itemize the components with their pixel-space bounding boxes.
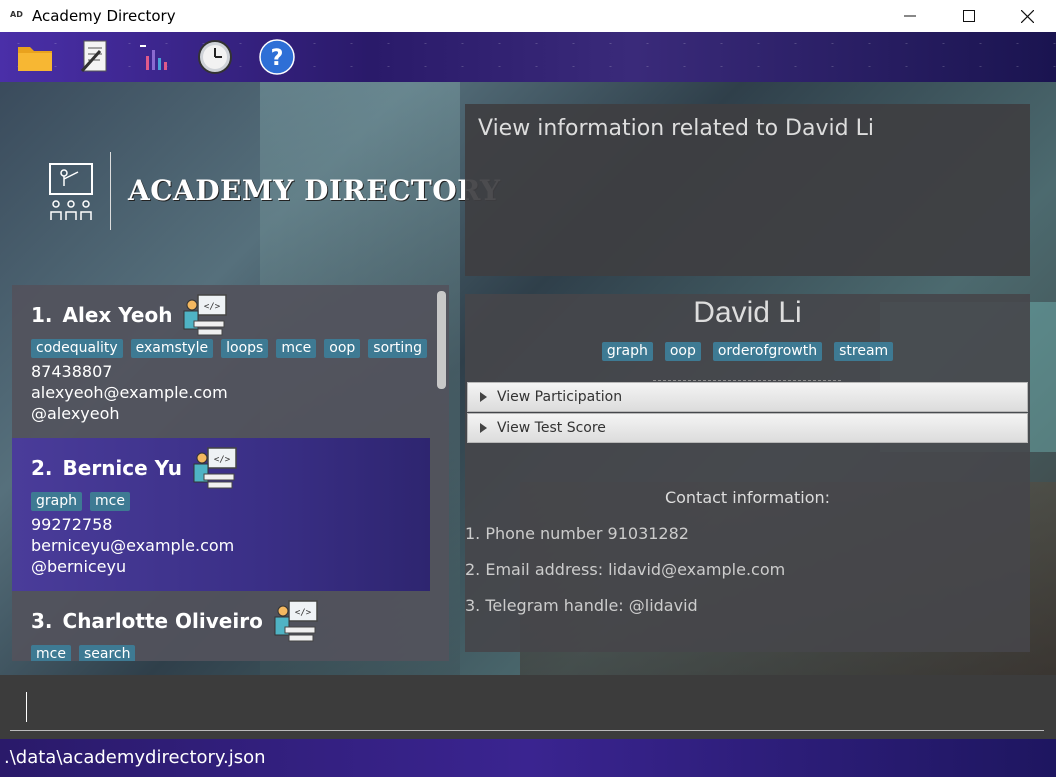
notes-icon	[80, 40, 107, 73]
expand-arrow-icon	[480, 392, 487, 402]
app-logo-text: ACADEMY DIRECTORY	[128, 174, 501, 207]
tag: examstyle	[130, 339, 214, 358]
tag: mce	[276, 339, 317, 358]
contact-heading: Contact information:	[664, 488, 831, 507]
folder-button[interactable]	[16, 38, 54, 76]
svg-text:?: ?	[271, 46, 284, 71]
student-index: 2.	[31, 456, 53, 480]
tag: oop	[664, 342, 701, 361]
student-name: Bernice Yu	[62, 456, 182, 480]
student-index: 1.	[31, 303, 53, 327]
command-underline	[10, 730, 1044, 731]
tag: loops	[221, 339, 269, 358]
close-button[interactable]	[1004, 0, 1050, 32]
window-title: Academy Directory	[32, 7, 176, 25]
minimize-icon	[904, 15, 916, 17]
data-file-path: .\data\academydirectory.json	[4, 747, 266, 768]
maximize-button[interactable]	[946, 0, 992, 32]
detail-student-name: David Li	[693, 296, 802, 329]
student-name: Charlotte Oliveiro	[62, 609, 263, 633]
student-telegram: @berniceyu	[31, 557, 127, 576]
toolbar: ?	[0, 32, 1056, 82]
history-button[interactable]	[196, 38, 234, 76]
command-box[interactable]	[0, 675, 1056, 739]
clock-icon	[198, 40, 232, 74]
classroom-logo-icon	[49, 163, 93, 220]
student-card-selected[interactable]: 2. Bernice Yu </> graph mce 99272758 ber…	[12, 438, 430, 591]
student-email: berniceyu@example.com	[31, 536, 235, 555]
tag: stream	[834, 342, 894, 361]
student-index: 3.	[31, 609, 53, 633]
contact-phone: 1. Phone number 91031282	[465, 524, 689, 543]
title-bar: AD Academy Directory	[0, 0, 1056, 32]
svg-text:</>: </>	[214, 455, 231, 465]
folder-icon	[18, 47, 52, 71]
tag: mce	[89, 492, 130, 511]
maximize-icon	[963, 10, 975, 22]
info-banner: View information related to David Li	[465, 104, 1030, 276]
view-participation-toggle[interactable]: View Participation	[467, 382, 1028, 412]
tag: mce	[31, 645, 71, 661]
tag: codequality	[31, 339, 123, 358]
contact-email: 2. Email address: lidavid@example.com	[465, 560, 786, 579]
student-email: alexyeoh@example.com	[31, 383, 228, 402]
tag: sorting	[368, 339, 428, 358]
accordion-label: View Participation	[497, 389, 623, 405]
statistics-button[interactable]	[136, 38, 174, 76]
notes-button[interactable]	[76, 38, 114, 76]
logo-divider	[110, 152, 111, 230]
main-area: ACADEMY DIRECTORY 1. Alex Yeoh </> codeq…	[0, 82, 1056, 675]
student-card[interactable]: 3. Charlotte Oliveiro </> mce search	[12, 591, 430, 661]
contact-telegram: 3. Telegram handle: @lidavid	[465, 596, 698, 615]
student-avatar-icon: </>	[274, 600, 318, 642]
svg-text:</>: </>	[204, 302, 221, 312]
text-caret	[26, 692, 27, 722]
student-detail-panel: David Li graph oop orderofgrowth stream …	[465, 294, 1030, 652]
student-list[interactable]: 1. Alex Yeoh </> codequality examstyle l…	[12, 285, 449, 661]
detail-tags: graph oop orderofgrowth stream	[465, 342, 1030, 361]
tag: graph	[601, 342, 653, 361]
divider	[653, 380, 841, 381]
app-icon: AD	[10, 10, 23, 19]
svg-text:</>: </>	[295, 608, 312, 618]
expand-arrow-icon	[480, 423, 487, 433]
list-scrollbar[interactable]	[437, 291, 446, 389]
student-name: Alex Yeoh	[62, 303, 173, 327]
help-button[interactable]: ?	[258, 38, 296, 76]
student-card[interactable]: 1. Alex Yeoh </> codequality examstyle l…	[12, 285, 430, 438]
view-test-score-toggle[interactable]: View Test Score	[467, 413, 1028, 443]
minimize-button[interactable]	[887, 0, 933, 32]
student-telegram: @alexyeoh	[31, 404, 120, 423]
student-phone: 87438807	[31, 362, 113, 381]
help-icon: ?	[259, 39, 295, 75]
info-banner-text: View information related to David Li	[478, 116, 874, 141]
tag: orderofgrowth	[712, 342, 823, 361]
tag: search	[78, 645, 136, 661]
status-bar: .\data\academydirectory.json	[0, 739, 1056, 777]
chart-icon	[140, 45, 167, 70]
tag: graph	[31, 492, 82, 511]
student-phone: 99272758	[31, 515, 113, 534]
accordion-label: View Test Score	[497, 420, 606, 436]
tag: oop	[324, 339, 361, 358]
close-icon	[1020, 9, 1034, 23]
student-avatar-icon: </>	[183, 294, 228, 336]
student-avatar-icon: </>	[193, 447, 237, 489]
